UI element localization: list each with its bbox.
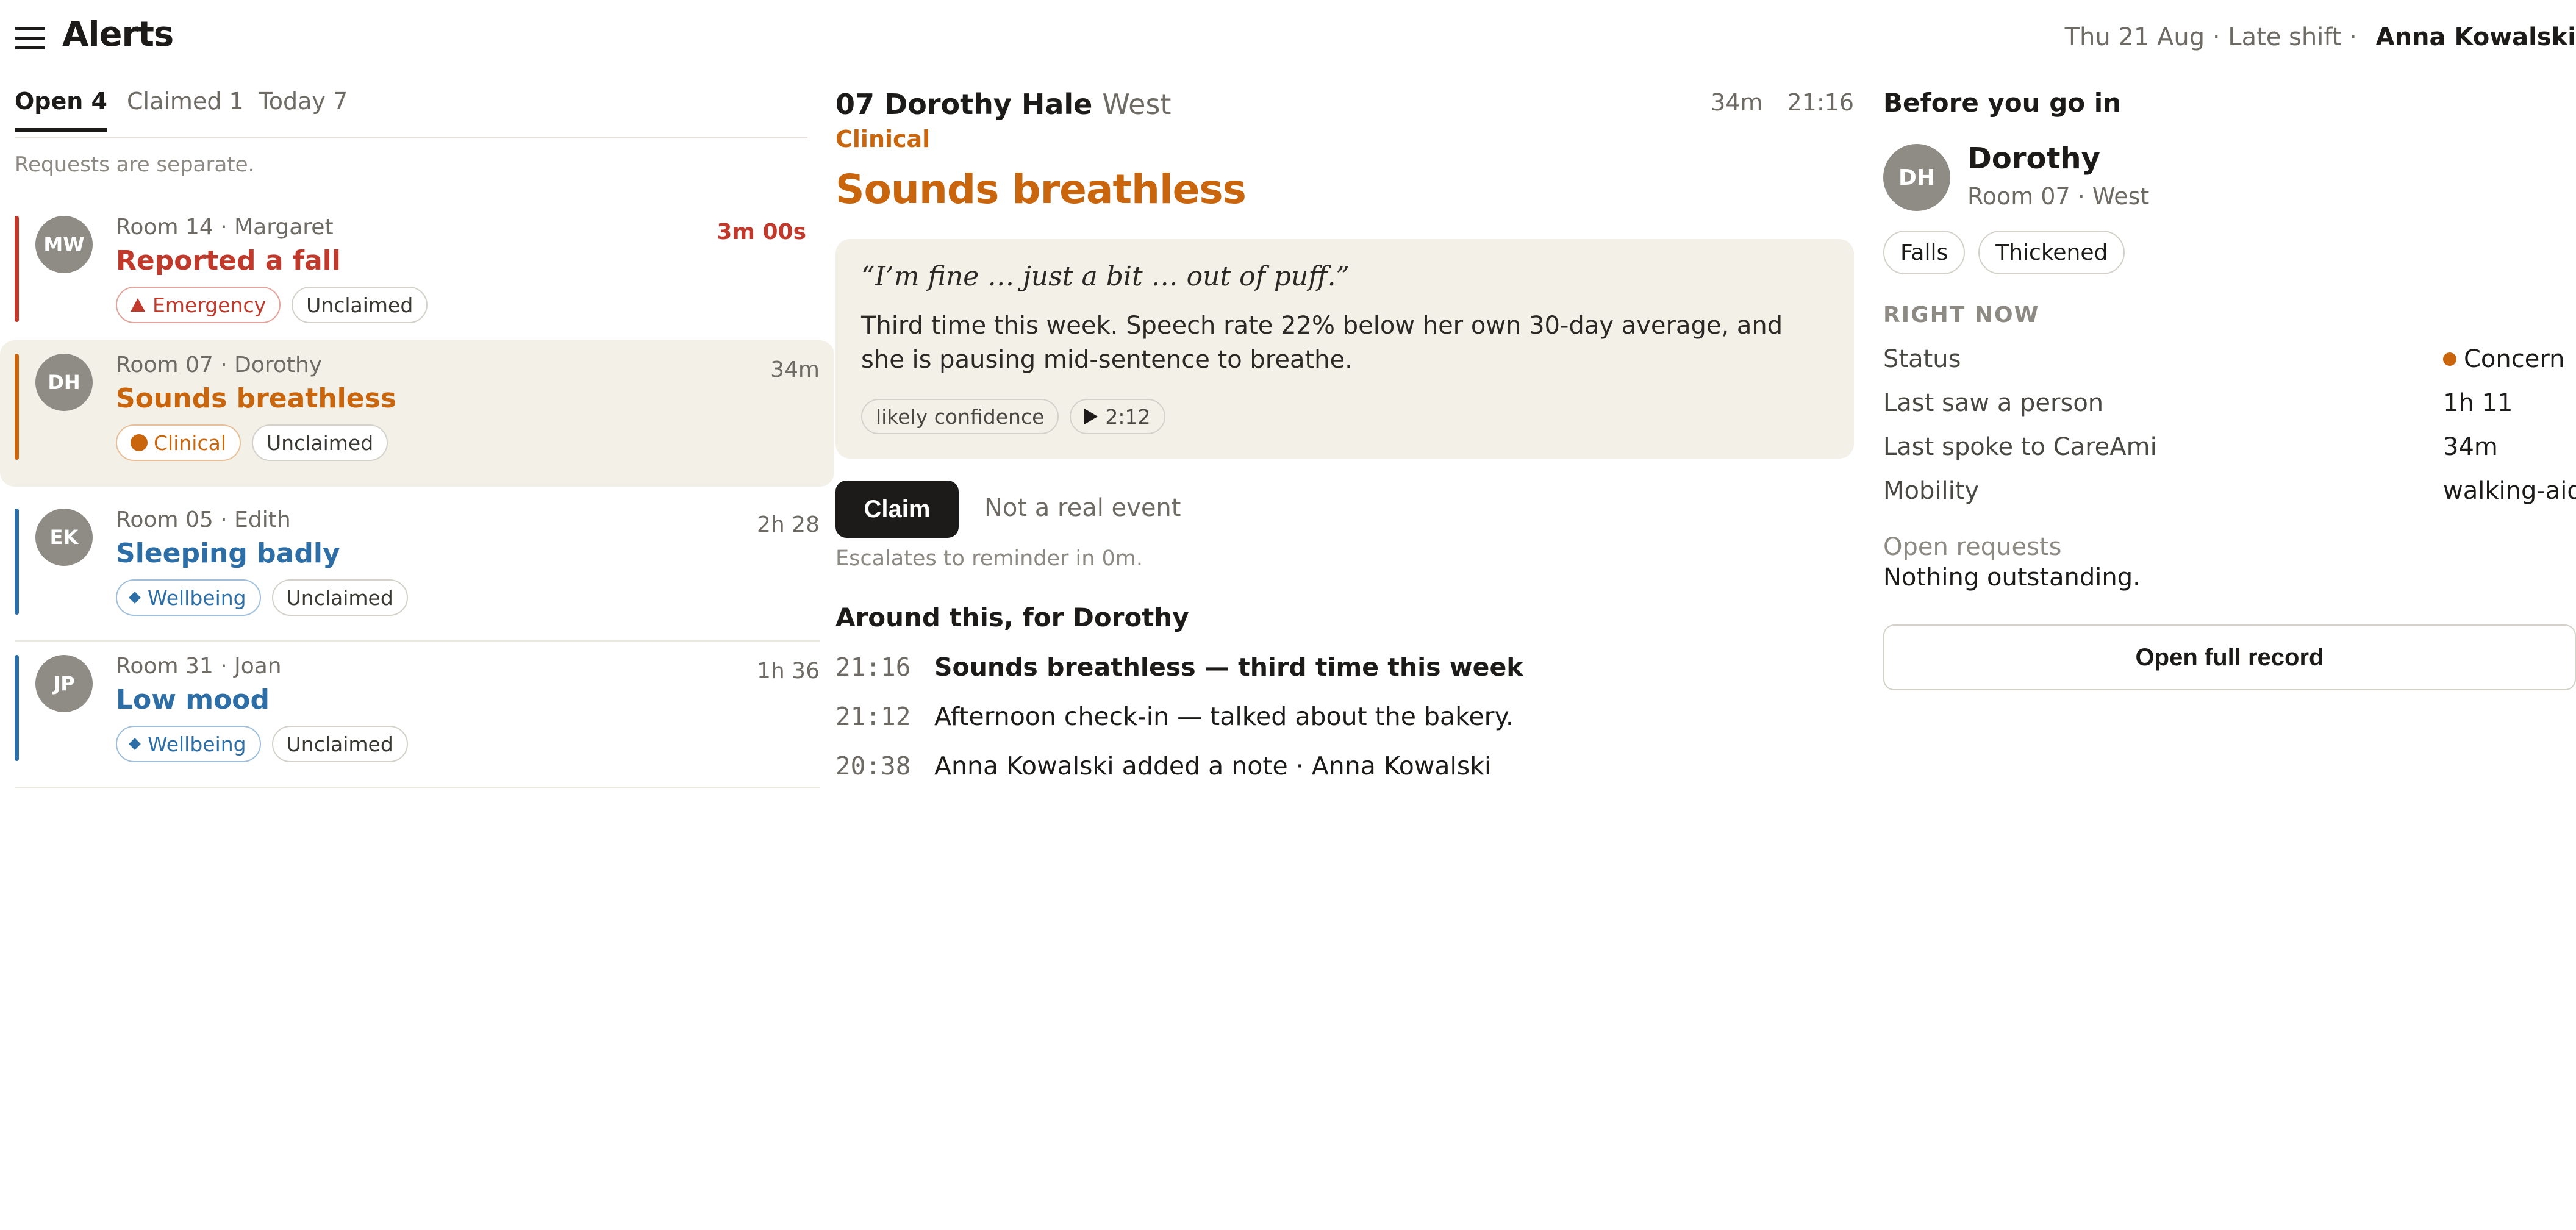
menu-icon[interactable] [15,27,45,50]
resident-tags: Falls Thickened [1883,231,2125,274]
timeline-text: Anna Kowalski added a note · Anna Kowals… [934,751,1492,781]
fact-last-spoke: Last spoke to CareAmi 34m [1883,433,2498,461]
alert-headline: Low mood [116,684,270,715]
shift-info-bar: Thu 21 Aug · Late shift · Anna Kowalski [2065,23,2576,51]
alert-time: 2h 28 [757,512,820,537]
severity-bar [15,509,19,615]
timeline-text: Sounds breathless — third time this week [934,653,1523,682]
current-user[interactable]: Anna Kowalski [2376,23,2576,51]
alert-item-fall[interactable]: MW Room 14 · Margaret Reported a fall 3m… [15,202,820,349]
alert-chips: Emergency Unclaimed [116,287,428,323]
alert-item-breathless[interactable]: DH Room 07 · Dorothy Sounds breathless 3… [0,340,834,487]
alert-headline: Sleeping badly [116,538,340,569]
claim-button[interactable]: Claim [835,481,959,538]
alert-chips: Wellbeing Unclaimed [116,579,408,616]
status-badge: Unclaimed [271,579,408,616]
alert-timer: 3m 00s [717,220,806,245]
status-badge: Unclaimed [292,287,428,323]
alert-chips: Wellbeing Unclaimed [116,726,408,762]
category-badge: Clinical [116,424,241,461]
severity-bar [15,216,19,322]
avatar: DH [1883,144,1950,211]
timeline-text: Afternoon check-in — talked about the ba… [934,702,1514,731]
status-badge: Unclaimed [252,424,388,461]
severity-bar [15,655,19,761]
timeline-time: 21:12 [835,702,911,731]
status-badge: Unclaimed [271,726,408,762]
timeline-time: 20:38 [835,751,911,781]
alert-time: 34m [770,357,820,382]
alert-tabs: Open 4 Claimed 1 Today 7 [15,76,807,138]
resident-name: Dorothy [1967,141,2100,176]
confidence-chip: likely confidence [861,399,1059,434]
detail-category: Clinical [835,126,931,152]
avatar: JP [35,655,93,712]
elapsed-time: 34m [1711,89,1763,116]
diamond-icon [129,738,141,750]
tab-claimed[interactable]: Claimed 1 [127,88,244,128]
play-icon [1084,409,1098,424]
resident-room: Room 07 · West [1967,183,2150,210]
warning-icon [131,298,145,312]
escalation-note: Escalates to reminder in 0m. [835,546,1143,571]
audio-play-button[interactable]: 2:12 [1070,399,1165,434]
requests-value: Nothing outstanding. [1883,563,2141,592]
alert-room: Room 07 · Dorothy [116,352,323,377]
tag-falls: Falls [1883,231,1966,274]
alert-chips: Clinical Unclaimed [116,424,388,461]
alert-headline: Reported a fall [116,245,341,276]
detail-header: 07 Dorothy Hale West [835,88,1171,121]
detail-title: Sounds breathless [835,166,1247,213]
timeline-title: Around this, for Dorothy [835,602,1189,632]
open-full-record-button[interactable]: Open full record [1883,624,2576,690]
clinical-dot-icon [131,434,148,451]
timeline-time: 21:16 [835,653,911,682]
avatar: DH [35,354,93,411]
panel-title: Before you go in [1883,88,2122,118]
requests-label: Open requests [1883,533,2062,561]
alert-item-sleeping[interactable]: EK Room 05 · Edith Sleeping badly 2h 28 … [15,495,820,642]
alert-room: Room 31 · Joan [116,654,282,679]
not-real-event-button[interactable]: Not a real event [984,494,1181,522]
status-dot-icon [2443,352,2456,366]
category-badge: Wellbeing [116,726,261,762]
alert-time: 1h 36 [757,659,820,684]
fact-status: Status Concern [1883,345,2565,373]
section-title: RIGHT NOW [1883,302,2040,327]
alert-clock: 21:16 [1787,89,1854,116]
tab-today[interactable]: Today 7 [259,88,348,128]
page-title: Alerts [62,15,174,54]
tag-thickened: Thickened [1978,231,2125,274]
list-note: Requests are separate. [15,152,255,177]
resident-quote: “I’m fine … just a bit … out of puff.” [861,261,1350,292]
severity-bar [15,354,19,460]
shift-info: Thu 21 Aug · Late shift · [2064,23,2357,51]
diamond-icon [129,592,141,604]
detail-times: 34m 21:16 [1711,89,1854,116]
evidence-card: “I’m fine … just a bit … out of puff.” T… [835,239,1854,459]
top-bar: Alerts Thu 21 Aug · Late shift · Anna Ko… [0,0,2576,76]
evidence-chips: likely confidence 2:12 [861,399,1165,434]
fact-mobility: Mobility walking-aid [1883,477,2576,505]
avatar: EK [35,509,93,566]
alert-headline: Sounds breathless [116,383,396,414]
tab-open[interactable]: Open 4 [15,88,107,132]
alert-room: Room 14 · Margaret [116,215,334,240]
alert-list-panel: Open 4 Claimed 1 Today 7 Requests are se… [0,76,834,788]
resident-room-name: 07 Dorothy Hale [835,88,1093,121]
alert-room: Room 05 · Edith [116,507,291,532]
avatar: MW [35,216,93,273]
category-badge: Emergency [116,287,281,323]
alert-summary: Third time this week. Speech rate 22% be… [861,312,1783,374]
category-badge: Wellbeing [116,579,261,616]
fact-last-saw: Last saw a person 1h 11 [1883,389,2513,417]
wing-label: West [1102,88,1172,121]
alert-item-low-mood[interactable]: JP Room 31 · Joan Low mood 1h 36 Wellbei… [15,642,820,788]
